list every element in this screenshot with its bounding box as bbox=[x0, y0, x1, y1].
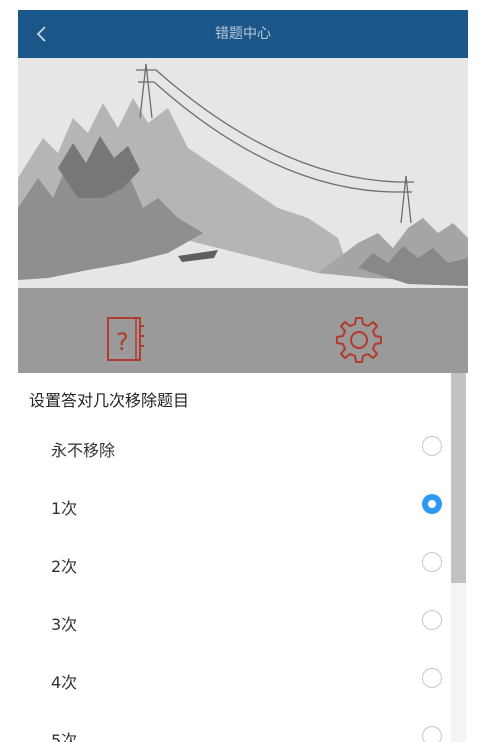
option-5-times[interactable]: 5次 bbox=[18, 708, 448, 742]
option-label: 4次 bbox=[51, 673, 78, 692]
option-never-remove[interactable]: 永不移除 bbox=[18, 418, 448, 476]
radio-unchecked[interactable] bbox=[422, 726, 442, 742]
page-title: 错题中心 bbox=[215, 26, 271, 42]
radio-unchecked[interactable] bbox=[422, 552, 442, 572]
option-2-times[interactable]: 2次 bbox=[18, 534, 448, 592]
radio-unchecked[interactable] bbox=[422, 436, 442, 456]
banner-image: ? bbox=[18, 58, 468, 373]
option-3-times[interactable]: 3次 bbox=[18, 592, 448, 650]
landscape-painting bbox=[18, 58, 468, 373]
radio-unchecked[interactable] bbox=[422, 668, 442, 688]
radio-checked[interactable] bbox=[422, 494, 442, 514]
radio-unchecked[interactable] bbox=[422, 610, 442, 630]
scrollbar-thumb[interactable] bbox=[451, 373, 466, 583]
svg-text:?: ? bbox=[116, 328, 129, 356]
option-label: 1次 bbox=[51, 499, 78, 518]
option-4-times[interactable]: 4次 bbox=[18, 650, 448, 708]
app-screen: 错题中心 ? 设置答对几次移除题目 永不移除 1次 2次 3次 4次 5次 bbox=[18, 10, 468, 742]
remove-setting-sheet: 设置答对几次移除题目 永不移除 1次 2次 3次 4次 5次 bbox=[18, 373, 468, 742]
option-1-time[interactable]: 1次 bbox=[18, 476, 448, 534]
option-label: 永不移除 bbox=[51, 441, 116, 460]
option-label: 2次 bbox=[51, 557, 78, 576]
option-label: 3次 bbox=[51, 615, 78, 634]
question-book-icon: ? bbox=[107, 317, 144, 361]
option-label: 5次 bbox=[51, 731, 78, 742]
gear-icon bbox=[336, 317, 382, 363]
header-bar: 错题中心 bbox=[18, 10, 468, 58]
sheet-title: 设置答对几次移除题目 bbox=[29, 391, 190, 410]
settings-button[interactable] bbox=[331, 312, 387, 368]
wrong-question-book-button[interactable]: ? bbox=[98, 312, 154, 368]
